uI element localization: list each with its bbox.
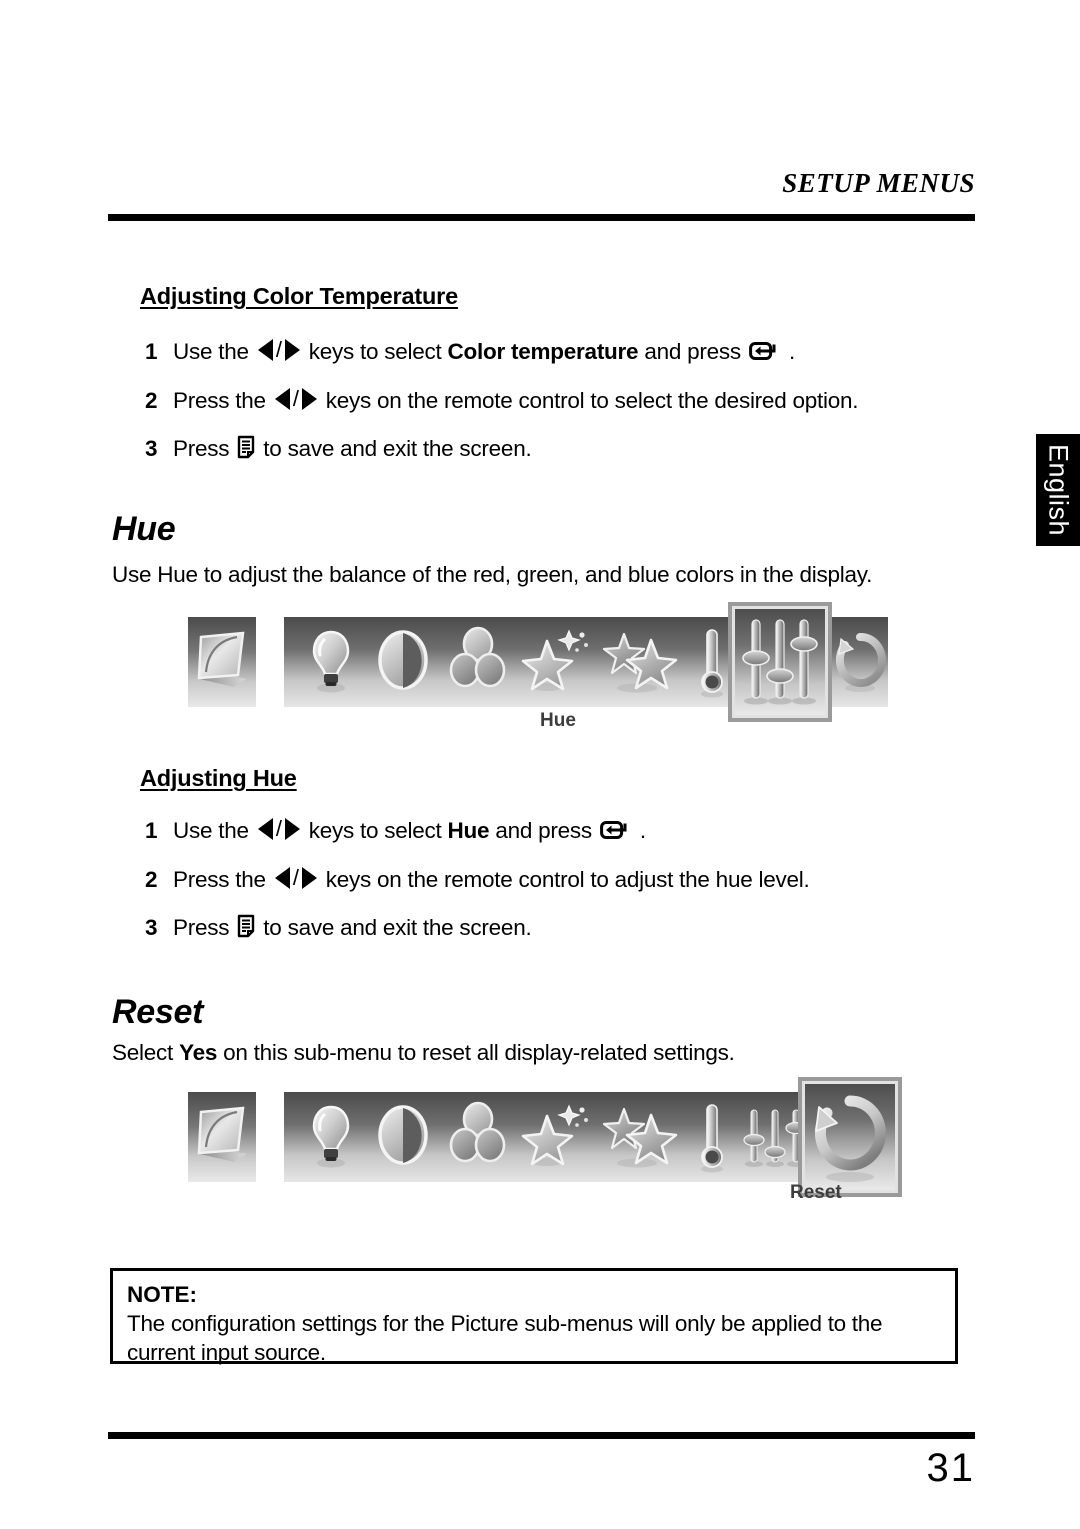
heading-adjusting-color-temperature: Adjusting Color Temperature	[140, 283, 458, 309]
arrow-left-key-icon	[274, 867, 290, 889]
step-hue-2-number: 2	[145, 867, 158, 892]
step-ct-1-bold-term: Color temperature	[447, 339, 639, 364]
hue-osd-selected-label: Hue	[540, 710, 576, 731]
manual-page: SETUP MENUS English Adjusting Color Temp…	[0, 0, 1080, 1529]
picture-mode-stars-icon[interactable]	[600, 1092, 680, 1182]
arrow-right-key-icon	[284, 818, 300, 840]
step-ct-1-prefix: Use the	[173, 339, 249, 364]
slash-separator: /	[275, 337, 282, 362]
section-title-hue: Hue	[112, 510, 176, 548]
step-hue-2-mid: keys on the remote control to adjust the…	[325, 867, 810, 892]
reset-intro-post: on this sub-menu to reset all display-re…	[223, 1040, 735, 1065]
hue-intro-text: Use Hue to adjust the balance of the red…	[112, 562, 873, 587]
slash-separator: /	[292, 386, 299, 411]
step-ct-2-prefix: Press the	[173, 388, 266, 413]
step-hue-2-prefix: Press the	[173, 867, 266, 892]
step-ct-1: 1 Use the / keys to select Color tempera…	[145, 337, 795, 365]
color-circles-icon[interactable]	[444, 617, 512, 707]
step-hue-3-mid: to save and exit the screen.	[263, 915, 532, 940]
reset-circular-arrow-icon[interactable]	[832, 617, 888, 707]
section-title-reset: Reset	[112, 993, 204, 1031]
arrow-keys-glyph: /	[274, 865, 317, 891]
display-icon[interactable]	[188, 617, 256, 707]
page-header-title: SETUP MENUS	[782, 168, 975, 198]
enter-key-icon	[749, 342, 776, 360]
enter-key-icon	[599, 821, 627, 839]
arrow-keys-glyph: /	[257, 816, 300, 842]
color-circles-icon[interactable]	[444, 1092, 512, 1182]
color-temperature-thermometer-icon[interactable]	[688, 1092, 736, 1182]
step-hue-1-bold-term: Hue	[447, 818, 490, 843]
step-ct-3-prefix: Press	[173, 436, 230, 461]
arrow-right-key-icon	[301, 867, 317, 889]
picture-mode-stars-icon[interactable]	[600, 617, 680, 707]
step-hue-1-prefix: Use the	[173, 818, 249, 843]
arrow-right-key-icon	[301, 388, 317, 410]
reset-intro-bold: Yes	[179, 1040, 218, 1065]
step-ct-1-end: .	[788, 339, 795, 364]
brightness-bulb-icon[interactable]	[300, 1092, 362, 1182]
step-hue-3: 3 Press to save and exit the screen.	[145, 914, 532, 941]
arrow-left-key-icon	[257, 818, 273, 840]
arrow-right-key-icon	[284, 339, 300, 361]
slash-separator: /	[292, 865, 299, 890]
contrast-circle-icon[interactable]	[370, 1092, 436, 1182]
step-ct-2-mid: keys on the remote control to select the…	[325, 388, 859, 413]
step-ct-3-mid: to save and exit the screen.	[263, 436, 532, 461]
step-hue-3-prefix: Press	[173, 915, 230, 940]
step-hue-1-mid: keys to select	[308, 818, 442, 843]
note-text: The configuration settings for the Pictu…	[127, 1311, 883, 1366]
step-ct-1-mid: keys to select	[308, 339, 442, 364]
step-hue-1-suffix: and press	[495, 818, 592, 843]
header-rule	[108, 214, 975, 221]
step-hue-1-number: 1	[145, 818, 158, 843]
note-label: NOTE:	[127, 1282, 197, 1307]
step-ct-2: 2 Press the / keys on the remote control…	[145, 386, 859, 414]
language-tab: English	[1036, 434, 1080, 546]
hue-osd-bar	[188, 602, 888, 722]
step-ct-3-number: 3	[145, 436, 158, 461]
brightness-bulb-icon[interactable]	[300, 617, 362, 707]
footer-rule	[108, 1432, 975, 1439]
menu-key-icon	[238, 435, 255, 459]
sharpness-star-icon[interactable]	[518, 617, 594, 707]
step-ct-3: 3 Press to save and exit the screen.	[145, 435, 532, 462]
slash-separator: /	[275, 816, 282, 841]
sharpness-star-icon[interactable]	[518, 1092, 594, 1182]
menu-key-icon	[238, 914, 255, 938]
step-ct-2-number: 2	[145, 388, 158, 413]
reset-intro-pre: Select	[112, 1040, 174, 1065]
hue-sliders-icon-selected[interactable]	[728, 602, 832, 722]
step-ct-1-suffix: and press	[644, 339, 741, 364]
language-tab-label: English	[1043, 443, 1074, 537]
page-number: 31	[926, 1446, 975, 1490]
arrow-keys-glyph: /	[274, 386, 317, 412]
reset-osd-bar	[188, 1077, 902, 1197]
arrow-keys-glyph: /	[257, 337, 300, 363]
note-box: NOTE: The configuration settings for the…	[110, 1268, 958, 1365]
reset-osd-selected-label: Reset	[790, 1182, 842, 1203]
step-hue-2: 2 Press the / keys on the remote control…	[145, 865, 810, 893]
reset-circular-arrow-icon-selected[interactable]	[798, 1077, 902, 1197]
step-hue-1: 1 Use the / keys to select Hue and press…	[145, 816, 646, 844]
step-hue-1-end: .	[639, 818, 646, 843]
step-ct-1-number: 1	[145, 339, 158, 364]
contrast-circle-icon[interactable]	[370, 617, 436, 707]
heading-adjusting-hue: Adjusting Hue	[140, 765, 297, 791]
arrow-left-key-icon	[257, 339, 273, 361]
display-icon[interactable]	[188, 1092, 256, 1182]
reset-intro-text: Select Yes on this sub-menu to reset all…	[112, 1040, 735, 1066]
arrow-left-key-icon	[274, 388, 290, 410]
step-hue-3-number: 3	[145, 915, 158, 940]
